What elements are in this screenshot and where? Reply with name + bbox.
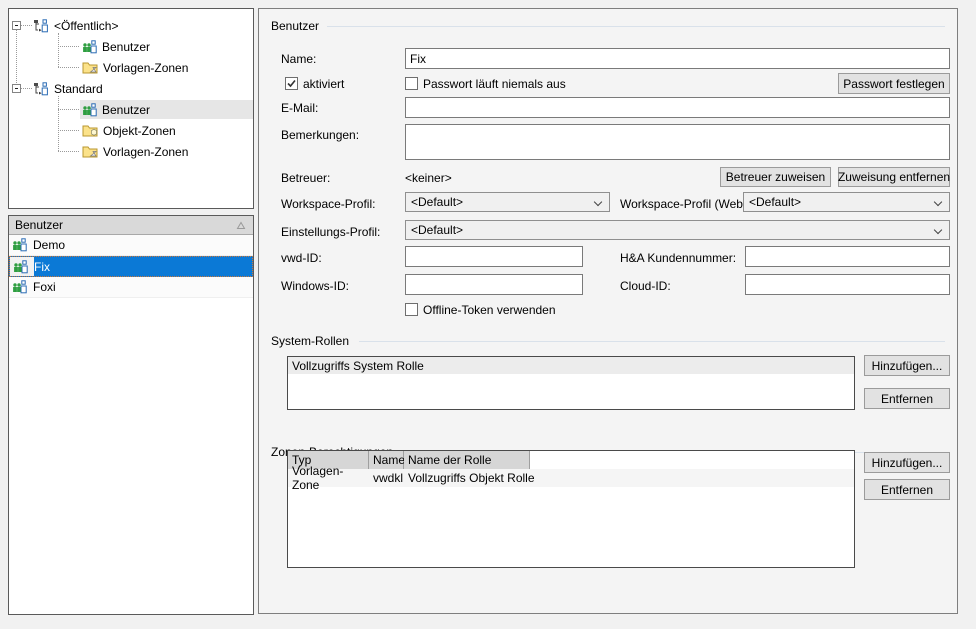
vwd-id-input[interactable] xyxy=(405,246,583,267)
zone-tree-panel: <Öffentlich> Benutzer Vorlagen-Zonen Sta… xyxy=(8,8,254,209)
sort-ascending-icon xyxy=(236,221,246,230)
system-rolle-item[interactable]: Vollzugriffs System Rolle xyxy=(288,357,854,374)
name-input[interactable] xyxy=(405,48,950,69)
aktiviert-checkbox[interactable] xyxy=(285,77,298,90)
zonen-berechtigungen-table: Typ Name Name der Rolle Vorlagen-Zone vw… xyxy=(287,450,855,568)
chevron-down-icon xyxy=(934,198,942,206)
cell-rolle: Vollzugriffs Objekt Rolle xyxy=(404,469,584,487)
zonen-hinzufuegen-button[interactable]: Hinzufügen... xyxy=(864,452,950,473)
cloud-id-label: Cloud-ID: xyxy=(620,279,671,293)
org-node-icon xyxy=(33,19,49,33)
chevron-down-icon xyxy=(594,198,602,206)
users-icon xyxy=(82,40,97,54)
workspace-profil-label: Workspace-Profil: xyxy=(281,197,375,211)
table-row[interactable]: Vorlagen-Zone vwdkl Vollzugriffs Objekt … xyxy=(288,469,854,487)
tree-node-label: Benutzer xyxy=(102,103,150,117)
email-input[interactable] xyxy=(405,97,950,118)
group-divider xyxy=(359,341,945,342)
aktiviert-label: aktiviert xyxy=(303,77,344,91)
workspace-profil-web-dropdown[interactable]: <Default> xyxy=(743,192,950,212)
einstellungs-profil-label: Einstellungs-Profil: xyxy=(281,225,380,239)
user-name: Demo xyxy=(33,238,65,252)
user-name: Foxi xyxy=(33,280,56,294)
users-icon xyxy=(82,103,97,117)
offline-token-label: Offline-Token verwenden xyxy=(423,303,556,317)
vwd-id-label: vwd-ID: xyxy=(281,251,322,265)
user-list-panel: Benutzer Demo Fix Foxi xyxy=(8,215,254,615)
users-icon xyxy=(12,238,27,252)
user-name: Fix xyxy=(34,260,50,274)
bemerkungen-label: Bemerkungen: xyxy=(281,128,359,142)
tree-node-objekt-zonen[interactable]: Objekt-Zonen xyxy=(9,120,253,141)
column-header-name[interactable]: Name xyxy=(369,451,404,469)
bemerkungen-textarea[interactable] xyxy=(405,124,950,160)
passwort-niemals-label: Passwort läuft niemals aus xyxy=(423,77,566,91)
tree-node-vorlagen-zonen-oeffentlich[interactable]: Vorlagen-Zonen xyxy=(9,57,253,78)
user-list-item-fix[interactable]: Fix xyxy=(9,256,253,277)
system-rolle-name: Vollzugriffs System Rolle xyxy=(292,359,424,373)
tree-node-label: Benutzer xyxy=(102,40,150,54)
users-icon xyxy=(13,260,28,274)
zuweisung-entfernen-button[interactable]: Zuweisung entfernen xyxy=(838,167,950,187)
column-header-name-der-rolle[interactable]: Name der Rolle xyxy=(404,451,530,469)
workspace-profil-web-value: <Default> xyxy=(749,195,801,209)
chevron-down-icon xyxy=(934,226,942,234)
tree-node-label: Objekt-Zonen xyxy=(103,124,176,138)
name-label: Name: xyxy=(281,52,316,66)
group-title-benutzer: Benutzer xyxy=(271,19,319,33)
tree-node-label: Standard xyxy=(54,82,103,96)
ha-kundennummer-input[interactable] xyxy=(745,246,950,267)
tree-node-standard[interactable]: Standard xyxy=(9,78,253,99)
tree-node-vorlagen-zonen-standard[interactable]: Vorlagen-Zonen xyxy=(9,141,253,162)
betreuer-label: Betreuer: xyxy=(281,171,330,185)
tree-node-label: <Öffentlich> xyxy=(54,19,119,33)
windows-id-label: Windows-ID: xyxy=(281,279,349,293)
column-header-label: Name der Rolle xyxy=(408,453,491,467)
cell-typ: Vorlagen-Zone xyxy=(288,469,369,487)
group-divider xyxy=(327,26,945,27)
betreuer-zuweisen-button[interactable]: Betreuer zuweisen xyxy=(720,167,831,187)
collapse-toggle-icon[interactable] xyxy=(12,84,21,93)
ha-kundennummer-label: H&A Kundennummer: xyxy=(620,251,736,265)
user-detail-panel: Benutzer Name: aktiviert Passwort läuft … xyxy=(258,8,958,614)
workspace-profil-value: <Default> xyxy=(411,195,463,209)
checkbox-check-icon xyxy=(286,78,297,89)
tree-node-label: Vorlagen-Zonen xyxy=(103,145,188,159)
betreuer-value: <keiner> xyxy=(405,171,452,185)
windows-id-input[interactable] xyxy=(405,274,583,295)
passwort-festlegen-button[interactable]: Passwort festlegen xyxy=(838,73,950,94)
tree-node-oeffentlich[interactable]: <Öffentlich> xyxy=(9,15,253,36)
folder-zone-icon xyxy=(82,145,98,158)
system-rollen-hinzufuegen-button[interactable]: Hinzufügen... xyxy=(864,355,950,376)
zonen-entfernen-button[interactable]: Entfernen xyxy=(864,479,950,500)
column-header-label: Name xyxy=(373,453,405,467)
system-rollen-entfernen-button[interactable]: Entfernen xyxy=(864,388,950,409)
folder-zone-icon xyxy=(82,61,98,74)
workspace-profil-dropdown[interactable]: <Default> xyxy=(405,192,610,212)
cell-name: vwdkl xyxy=(369,469,404,487)
einstellungs-profil-dropdown[interactable]: <Default> xyxy=(405,220,950,240)
group-title-system-rollen: System-Rollen xyxy=(271,334,349,348)
tree-node-benutzer-oeffentlich[interactable]: Benutzer xyxy=(9,36,253,57)
einstellungs-profil-value: <Default> xyxy=(411,223,463,237)
app-window: <Öffentlich> Benutzer Vorlagen-Zonen Sta… xyxy=(0,0,976,629)
user-list-header-label: Benutzer xyxy=(15,218,63,232)
folder-object-icon xyxy=(82,124,98,137)
collapse-toggle-icon[interactable] xyxy=(12,21,21,30)
offline-token-checkbox[interactable] xyxy=(405,303,418,316)
tree-node-label: Vorlagen-Zonen xyxy=(103,61,188,75)
users-icon xyxy=(12,280,27,294)
user-list-item-demo[interactable]: Demo xyxy=(9,235,253,256)
email-label: E-Mail: xyxy=(281,101,318,115)
tree-node-benutzer-standard[interactable]: Benutzer xyxy=(9,99,253,120)
workspace-profil-web-label: Workspace-Profil (Web): xyxy=(620,197,750,211)
system-rollen-list: Vollzugriffs System Rolle xyxy=(287,356,855,410)
user-list-column-header[interactable]: Benutzer xyxy=(9,216,253,235)
org-node-icon xyxy=(33,82,49,96)
user-list-item-foxi[interactable]: Foxi xyxy=(9,277,253,298)
cloud-id-input[interactable] xyxy=(745,274,950,295)
passwort-niemals-checkbox[interactable] xyxy=(405,77,418,90)
